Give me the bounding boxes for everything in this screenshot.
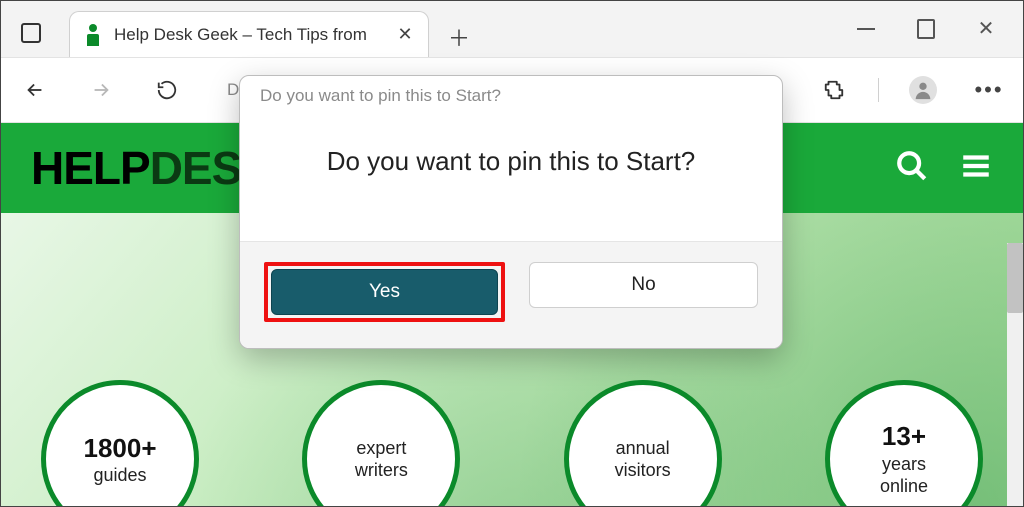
- hamburger-icon[interactable]: [959, 149, 993, 188]
- stat-line: writers: [355, 459, 408, 482]
- maximize-button[interactable]: [917, 20, 935, 38]
- search-icon[interactable]: [895, 149, 929, 188]
- stat-line: years: [882, 453, 926, 476]
- avatar-icon: [909, 76, 937, 104]
- tab-title: Help Desk Geek – Tech Tips from: [114, 25, 380, 45]
- extensions-button[interactable]: [812, 68, 856, 112]
- no-button[interactable]: No: [529, 262, 758, 308]
- close-tab-icon[interactable]: ✕: [392, 22, 418, 48]
- window-controls: ✕: [857, 1, 1023, 57]
- stat-big: 1800+: [83, 432, 156, 465]
- profile-button[interactable]: [901, 68, 945, 112]
- stat-line: annual: [616, 437, 670, 460]
- pin-to-start-dialog: Do you want to pin this to Start? Do you…: [239, 75, 783, 349]
- stat-circle: annual visitors: [564, 380, 722, 507]
- dialog-title: Do you want to pin this to Start?: [240, 76, 782, 106]
- stat-circle: expert writers: [302, 380, 460, 507]
- highlight-box: Yes: [264, 262, 505, 322]
- stat-circles: 1800+ guides expert writers annual visit…: [1, 380, 1023, 507]
- browser-window: Help Desk Geek – Tech Tips from ✕ ＋ ✕ Do…: [0, 0, 1024, 507]
- new-tab-button[interactable]: ＋: [439, 17, 479, 57]
- tabs-overview-button[interactable]: [13, 15, 49, 51]
- minimize-button[interactable]: [857, 20, 875, 38]
- logo-part-1: HELP: [31, 141, 150, 195]
- titlebar: Help Desk Geek – Tech Tips from ✕ ＋ ✕: [1, 1, 1023, 57]
- forward-button[interactable]: [79, 68, 123, 112]
- stat-circle: 1800+ guides: [41, 380, 199, 507]
- close-window-button[interactable]: ✕: [977, 20, 995, 38]
- more-menu-button[interactable]: •••: [967, 68, 1011, 112]
- stat-line: guides: [93, 464, 146, 487]
- back-button[interactable]: [13, 68, 57, 112]
- toolbar-divider: [878, 78, 879, 102]
- site-favicon: [84, 24, 102, 46]
- dialog-footer: Yes No: [240, 241, 782, 348]
- stat-line: visitors: [615, 459, 671, 482]
- stat-line: online: [880, 475, 928, 498]
- refresh-button[interactable]: [145, 68, 189, 112]
- dialog-message: Do you want to pin this to Start?: [240, 106, 782, 241]
- site-logo: HELP DESK: [31, 141, 274, 195]
- vertical-scrollbar[interactable]: [1007, 243, 1023, 507]
- stat-circle: 13+ years online: [825, 380, 983, 507]
- scrollbar-thumb[interactable]: [1007, 243, 1023, 313]
- active-tab[interactable]: Help Desk Geek – Tech Tips from ✕: [69, 11, 429, 57]
- stat-big: 13+: [882, 420, 926, 453]
- ellipsis-icon: •••: [974, 77, 1003, 103]
- yes-button[interactable]: Yes: [271, 269, 498, 315]
- stat-line: expert: [356, 437, 406, 460]
- hero-actions: [895, 149, 993, 188]
